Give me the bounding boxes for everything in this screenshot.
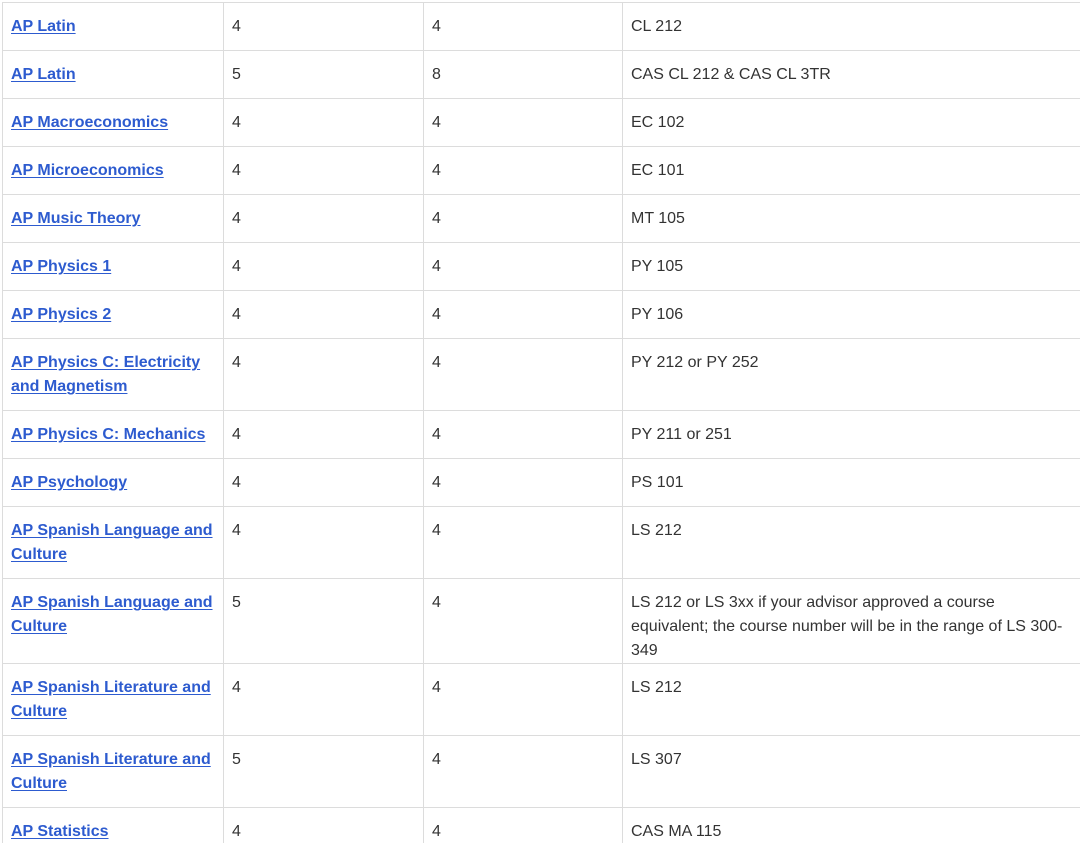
- credits-cell: 4: [423, 578, 623, 664]
- credits-cell: 4: [423, 506, 623, 579]
- equivalent-cell: CL 212: [622, 2, 1080, 51]
- table-row: AP Physics C: Electricity and Magnetism …: [2, 338, 1080, 411]
- exam-cell: AP Physics C: Mechanics: [2, 410, 224, 459]
- table-row: AP Music Theory 4 4 MT 105: [2, 194, 1080, 243]
- credits-cell: 4: [423, 290, 623, 339]
- exam-link[interactable]: AP Spanish Literature and Culture: [11, 679, 211, 720]
- exam-link[interactable]: AP Spanish Literature and Culture: [11, 751, 211, 792]
- credits-cell: 4: [423, 663, 623, 736]
- exam-link[interactable]: AP Statistics: [11, 823, 109, 840]
- table-row: AP Statistics 4 4 CAS MA 115: [2, 807, 1080, 843]
- table-row: AP Spanish Literature and Culture 5 4 LS…: [2, 735, 1080, 808]
- equivalent-cell: LS 212: [622, 663, 1080, 736]
- exam-cell: AP Physics 1: [2, 242, 224, 291]
- exam-cell: AP Music Theory: [2, 194, 224, 243]
- exam-link[interactable]: AP Microeconomics: [11, 162, 164, 179]
- equivalent-cell: PY 212 or PY 252: [622, 338, 1080, 411]
- table-row: AP Physics C: Mechanics 4 4 PY 211 or 25…: [2, 410, 1080, 459]
- score-cell: 4: [223, 242, 424, 291]
- equivalent-cell: PS 101: [622, 458, 1080, 507]
- score-cell: 4: [223, 338, 424, 411]
- equivalent-cell: CAS MA 115: [622, 807, 1080, 843]
- credits-cell: 4: [423, 410, 623, 459]
- equivalent-cell: LS 307: [622, 735, 1080, 808]
- equivalent-cell: LS 212: [622, 506, 1080, 579]
- table-row: AP Spanish Literature and Culture 4 4 LS…: [2, 663, 1080, 736]
- equivalent-cell: CAS CL 212 & CAS CL 3TR: [622, 50, 1080, 99]
- equivalent-cell: EC 102: [622, 98, 1080, 147]
- score-cell: 4: [223, 98, 424, 147]
- exam-cell: AP Spanish Language and Culture: [2, 578, 224, 664]
- score-cell: 4: [223, 663, 424, 736]
- credits-cell: 4: [423, 2, 623, 51]
- equivalent-cell: LS 212 or LS 3xx if your advisor approve…: [622, 578, 1080, 664]
- table-row: AP Macroeconomics 4 4 EC 102: [2, 98, 1080, 147]
- credits-cell: 4: [423, 194, 623, 243]
- equivalent-cell: PY 105: [622, 242, 1080, 291]
- score-cell: 4: [223, 458, 424, 507]
- exam-link[interactable]: AP Psychology: [11, 474, 127, 491]
- table-row: AP Physics 2 4 4 PY 106: [2, 290, 1080, 339]
- credits-cell: 4: [423, 242, 623, 291]
- score-cell: 4: [223, 807, 424, 843]
- credits-cell: 4: [423, 735, 623, 808]
- score-cell: 4: [223, 2, 424, 51]
- score-cell: 4: [223, 290, 424, 339]
- exam-link[interactable]: AP Spanish Language and Culture: [11, 594, 213, 635]
- exam-link[interactable]: AP Physics C: Mechanics: [11, 426, 205, 443]
- score-cell: 4: [223, 146, 424, 195]
- credits-cell: 4: [423, 98, 623, 147]
- table-row: AP Spanish Language and Culture 4 4 LS 2…: [2, 506, 1080, 579]
- exam-cell: AP Microeconomics: [2, 146, 224, 195]
- credits-cell: 4: [423, 458, 623, 507]
- page: AP Latin 4 4 CL 212 AP Latin 5 8 CAS CL …: [0, 0, 1080, 843]
- exam-cell: AP Spanish Literature and Culture: [2, 735, 224, 808]
- exam-cell: AP Spanish Literature and Culture: [2, 663, 224, 736]
- ap-credit-table: AP Latin 4 4 CL 212 AP Latin 5 8 CAS CL …: [2, 2, 1080, 843]
- score-cell: 5: [223, 735, 424, 808]
- score-cell: 5: [223, 578, 424, 664]
- exam-link[interactable]: AP Physics 1: [11, 258, 111, 275]
- equivalent-cell: PY 211 or 251: [622, 410, 1080, 459]
- exam-cell: AP Latin: [2, 50, 224, 99]
- exam-link[interactable]: AP Macroeconomics: [11, 114, 168, 131]
- equivalent-cell: PY 106: [622, 290, 1080, 339]
- exam-link[interactable]: AP Physics C: Electricity and Magnetism: [11, 354, 200, 395]
- score-cell: 5: [223, 50, 424, 99]
- table-row: AP Psychology 4 4 PS 101: [2, 458, 1080, 507]
- exam-link[interactable]: AP Spanish Language and Culture: [11, 522, 213, 563]
- exam-cell: AP Statistics: [2, 807, 224, 843]
- equivalent-cell: MT 105: [622, 194, 1080, 243]
- score-cell: 4: [223, 194, 424, 243]
- exam-cell: AP Physics C: Electricity and Magnetism: [2, 338, 224, 411]
- exam-cell: AP Latin: [2, 2, 224, 51]
- credits-cell: 8: [423, 50, 623, 99]
- exam-link[interactable]: AP Music Theory: [11, 210, 141, 227]
- exam-cell: AP Physics 2: [2, 290, 224, 339]
- table-row: AP Microeconomics 4 4 EC 101: [2, 146, 1080, 195]
- table-row: AP Spanish Language and Culture 5 4 LS 2…: [2, 578, 1080, 664]
- table-row: AP Latin 5 8 CAS CL 212 & CAS CL 3TR: [2, 50, 1080, 99]
- credits-cell: 4: [423, 146, 623, 195]
- equivalent-cell: EC 101: [622, 146, 1080, 195]
- exam-link[interactable]: AP Physics 2: [11, 306, 111, 323]
- table-row: AP Latin 4 4 CL 212: [2, 2, 1080, 51]
- score-cell: 4: [223, 410, 424, 459]
- credits-cell: 4: [423, 338, 623, 411]
- score-cell: 4: [223, 506, 424, 579]
- table-row: AP Physics 1 4 4 PY 105: [2, 242, 1080, 291]
- exam-cell: AP Macroeconomics: [2, 98, 224, 147]
- exam-link[interactable]: AP Latin: [11, 18, 76, 35]
- exam-cell: AP Spanish Language and Culture: [2, 506, 224, 579]
- exam-cell: AP Psychology: [2, 458, 224, 507]
- exam-link[interactable]: AP Latin: [11, 66, 76, 83]
- credits-cell: 4: [423, 807, 623, 843]
